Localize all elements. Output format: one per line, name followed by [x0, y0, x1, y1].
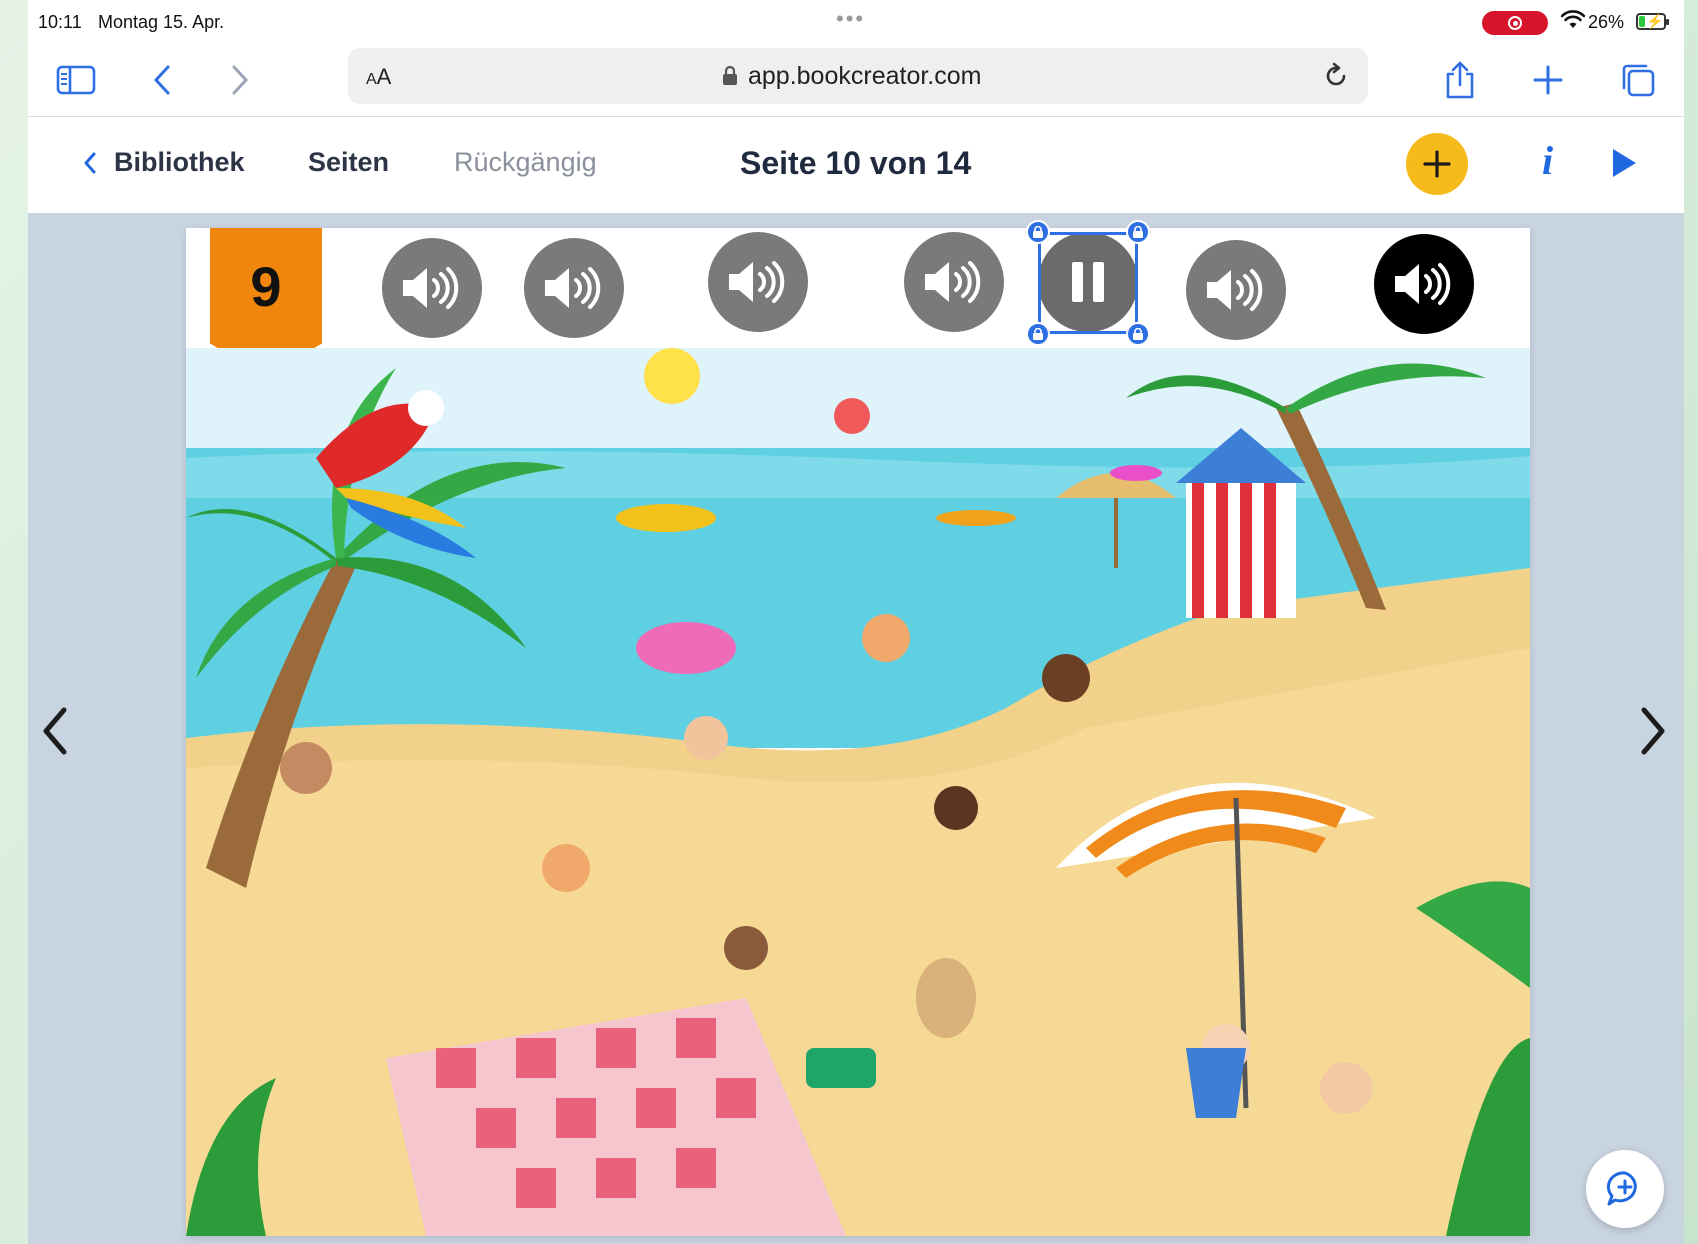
beach-illustration [186, 348, 1530, 1236]
info-icon[interactable]: i [1542, 137, 1553, 184]
speaker-icon [545, 267, 601, 309]
speaker-icon [403, 267, 459, 309]
next-page-icon[interactable] [1638, 706, 1668, 756]
play-icon[interactable] [1610, 147, 1638, 179]
selection-frame [1038, 232, 1138, 334]
app-toolbar: Bibliothek Seiten Rückgängig Seite 10 vo… [28, 117, 1684, 213]
forward-icon[interactable] [218, 60, 262, 100]
status-bar: 10:11 Montag 15. Apr. ••• 26% ⚡ [28, 0, 1684, 44]
pages-button[interactable]: Seiten [308, 147, 389, 178]
screen-recording-icon[interactable] [1482, 11, 1548, 35]
address-bar[interactable]: AA app.bookcreator.com [348, 48, 1368, 104]
plus-icon [1423, 150, 1451, 178]
plus-icon[interactable] [1526, 60, 1570, 100]
ipad-screen: 10:11 Montag 15. Apr. ••• 26% ⚡ AA app.b… [28, 0, 1684, 1244]
speaker-icon [729, 261, 785, 303]
speaker-icon [1395, 263, 1451, 305]
back-icon[interactable] [140, 60, 184, 100]
tabs-icon[interactable] [1616, 60, 1660, 100]
library-button[interactable]: Bibliothek [114, 147, 245, 178]
audio-button-6[interactable] [1186, 240, 1286, 340]
audio-button-7-active[interactable] [1374, 234, 1474, 334]
chat-plus-icon [1606, 1171, 1637, 1206]
lock-handle-icon[interactable] [1126, 220, 1150, 244]
add-comment-button[interactable] [1586, 1150, 1664, 1228]
status-date: Montag 15. Apr. [98, 12, 225, 32]
undo-button[interactable]: Rückgängig [454, 147, 597, 178]
previous-page-icon[interactable] [40, 706, 70, 756]
chevron-left-icon[interactable] [82, 151, 98, 175]
lock-icon [723, 66, 737, 85]
audio-button-1[interactable] [382, 238, 482, 338]
audio-button-2[interactable] [524, 238, 624, 338]
multitasking-dots-icon[interactable]: ••• [836, 6, 865, 32]
url-text: app.bookcreator.com [748, 62, 982, 90]
battery-percentage: 26% [1588, 12, 1625, 32]
audio-button-3[interactable] [708, 232, 808, 332]
reader-text-size-button[interactable]: AA [366, 64, 391, 90]
speaker-icon [925, 261, 981, 303]
speaker-icon [1207, 269, 1263, 311]
book-page: 9 [186, 220, 1530, 1236]
page-title: Seite 10 von 14 [740, 145, 972, 181]
share-icon[interactable] [1438, 60, 1482, 100]
lock-handle-icon[interactable] [1026, 322, 1050, 346]
status-time: 10:11 [38, 12, 82, 32]
reload-icon[interactable] [1322, 62, 1350, 90]
sidebar-icon[interactable] [54, 60, 98, 100]
lock-handle-icon[interactable] [1026, 220, 1050, 244]
lock-handle-icon[interactable] [1126, 322, 1150, 346]
add-button[interactable] [1406, 133, 1468, 195]
audio-button-4[interactable] [904, 232, 1004, 332]
battery-icon: ⚡ [1636, 13, 1669, 30]
wifi-icon [1561, 10, 1585, 28]
browser-toolbar: AA app.bookcreator.com [28, 44, 1684, 117]
